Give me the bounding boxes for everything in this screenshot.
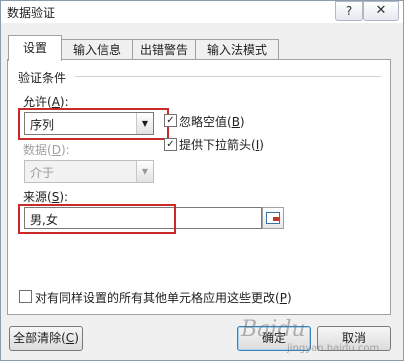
help-button[interactable]: ? xyxy=(335,1,363,21)
dropdown-arrow-checkbox[interactable]: ✓ xyxy=(164,138,177,151)
ignore-blank-checkbox[interactable]: ✓ xyxy=(164,114,177,127)
tab-error-alert[interactable]: 出错警告 xyxy=(132,39,196,60)
dropdown-arrow-label: 提供下拉箭头(I) xyxy=(179,138,264,152)
chevron-down-icon: ▼ xyxy=(136,161,153,182)
group-divider xyxy=(75,76,381,77)
highlight-box-source xyxy=(18,204,176,234)
range-select-icon xyxy=(266,212,280,224)
tab-input-message[interactable]: 输入信息 xyxy=(61,39,133,60)
data-validation-dialog: 数据验证 ? ✕ 设置 输入信息 出错警告 输入法模式 验证条件 允许(A): … xyxy=(0,0,404,361)
ignore-blank-label: 忽略空值(B) xyxy=(179,115,245,129)
baidu-watermark-sub: jingyan.baidu.com xyxy=(287,343,380,354)
validation-criteria-title: 验证条件 xyxy=(18,71,67,85)
highlight-box-allow xyxy=(18,108,169,140)
clear-all-button[interactable]: 全部清除(C) xyxy=(9,326,83,351)
data-label: 数据(D): xyxy=(23,143,70,157)
data-select-value: 介于 xyxy=(30,166,55,180)
apply-all-label: 对有同样设置的所有其他单元格应用这些更改(P) xyxy=(35,291,292,305)
source-label: 来源(S): xyxy=(23,190,69,204)
window-title: 数据验证 xyxy=(7,6,56,20)
range-picker-button[interactable] xyxy=(262,207,284,229)
tab-ime-mode[interactable]: 输入法模式 xyxy=(195,39,279,60)
data-select: 介于 ▼ xyxy=(24,160,154,183)
close-button[interactable]: ✕ xyxy=(363,1,399,21)
title-bar: 数据验证 ? ✕ xyxy=(1,1,403,23)
tab-settings[interactable]: 设置 xyxy=(8,35,62,61)
baidu-watermark: Baidu xyxy=(241,317,306,342)
apply-all-checkbox[interactable] xyxy=(19,290,32,303)
